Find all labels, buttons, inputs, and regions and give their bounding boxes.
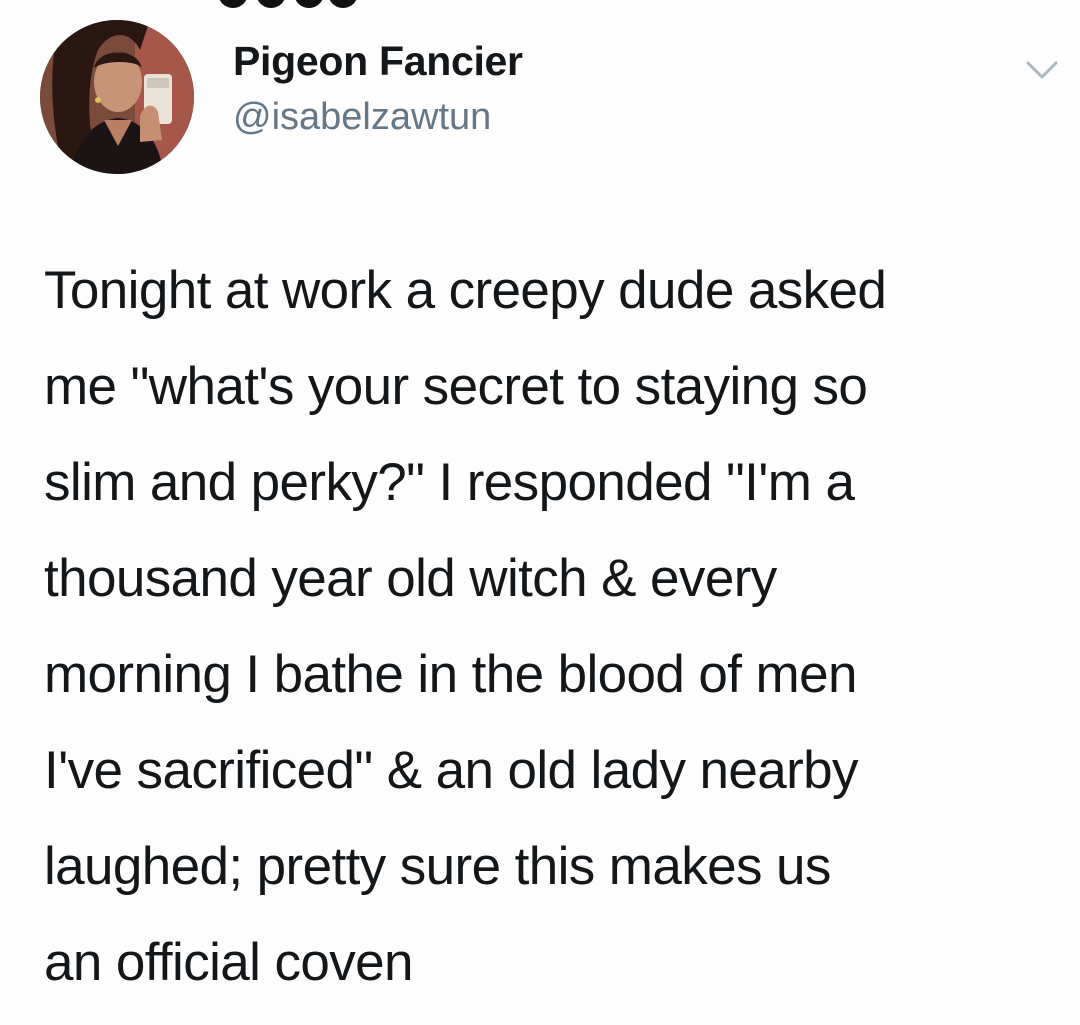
avatar[interactable] <box>40 20 194 174</box>
chevron-down-icon <box>1026 61 1058 79</box>
cropped-previous-content <box>210 0 360 10</box>
tweet-card: Pigeon Fancier @isabelzawtun Tonight at … <box>0 0 1080 1025</box>
tweet-text-line: me "what's your secret to staying so <box>44 357 868 416</box>
author-display-name[interactable]: Pigeon Fancier <box>233 38 523 85</box>
author-handle[interactable]: @isabelzawtun <box>233 96 491 139</box>
tweet-text-line: slim and perky?" I responded "I'm a <box>44 453 855 512</box>
tweet-text-line: I've sacrificed" & an old lady nearby <box>44 741 859 800</box>
tweet-text-line: thousand year old witch & every <box>44 549 777 608</box>
tweet-text: Tonight at work a creepy dude asked me "… <box>44 243 1054 1011</box>
tweet-text-line: an official coven <box>44 933 414 992</box>
tweet-menu-button[interactable] <box>1024 58 1060 82</box>
tweet-text-line: morning I bathe in the blood of men <box>44 645 857 704</box>
profile-photo-icon <box>40 20 194 174</box>
tweet-text-line: Tonight at work a creepy dude asked <box>44 261 887 320</box>
tweet-text-line: laughed; pretty sure this makes us <box>44 837 831 896</box>
